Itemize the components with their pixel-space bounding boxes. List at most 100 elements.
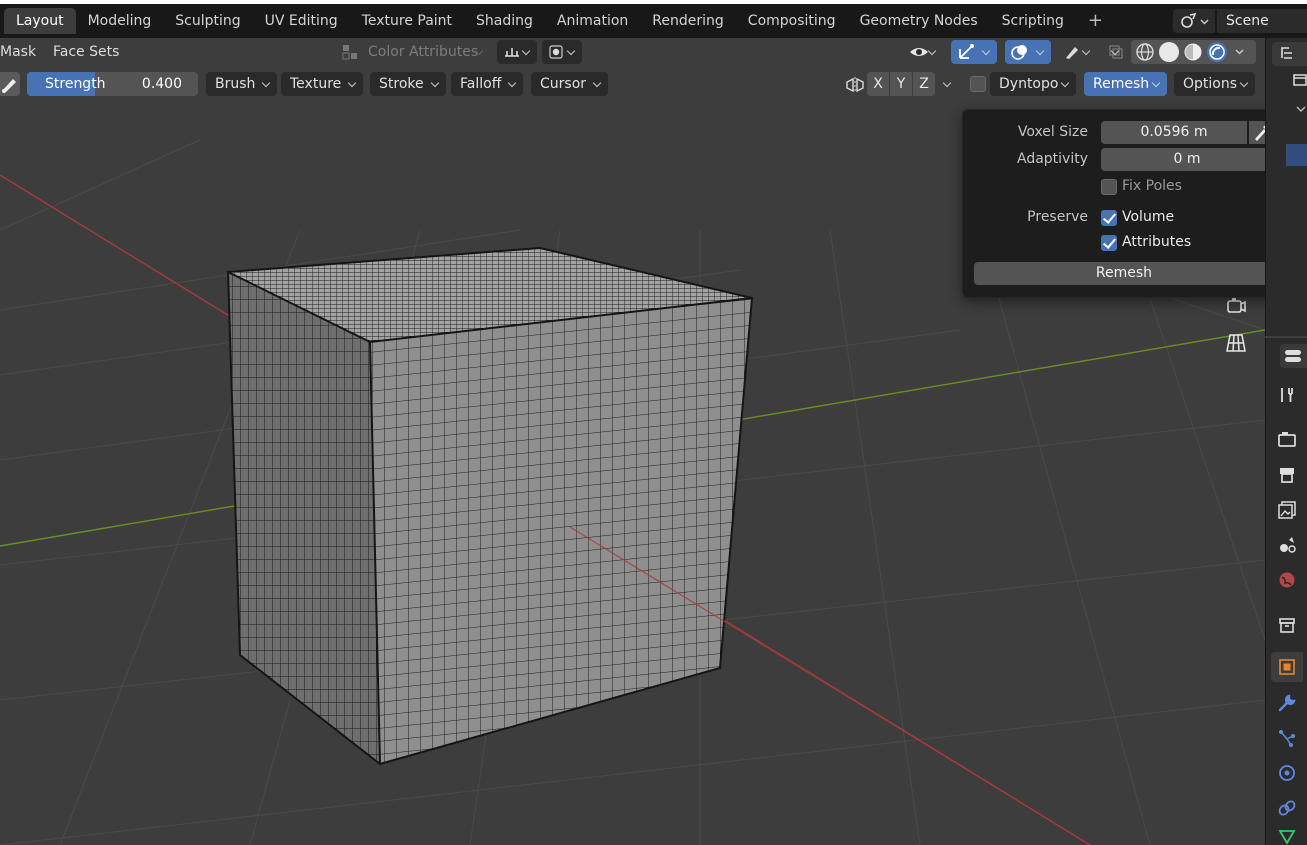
symmetry-y-toggle[interactable]: Y — [890, 72, 912, 96]
adaptivity-label: Adaptivity — [1016, 151, 1088, 167]
properties-tab-object[interactable] — [1271, 652, 1303, 682]
stroke-menu[interactable]: Stroke — [370, 72, 446, 96]
strength-slider[interactable]: Strength 0.400 — [27, 72, 198, 96]
world-icon — [1279, 572, 1295, 588]
chevron-down-icon[interactable] — [1235, 44, 1244, 60]
tab-rendering[interactable]: Rendering — [640, 8, 736, 34]
camera-view-icon[interactable] — [1224, 294, 1248, 322]
dyntopo-checkbox[interactable] — [970, 76, 986, 92]
gizmo-icon — [959, 44, 974, 59]
properties-tab-scene[interactable] — [1271, 530, 1303, 560]
properties-editor-type-dropdown[interactable] — [1280, 344, 1307, 368]
solid-shading-icon[interactable] — [1159, 42, 1179, 62]
scene-props-icon — [1280, 537, 1296, 553]
constraints-icon — [1278, 800, 1296, 816]
texture-menu[interactable]: Texture — [281, 72, 364, 96]
visibility-icon — [910, 48, 928, 56]
properties-tab-modifier[interactable] — [1271, 688, 1303, 718]
symmetry-axes: X Y Z — [867, 72, 936, 96]
mask-menu[interactable]: Mask — [0, 39, 36, 65]
modifier-icon — [1278, 694, 1296, 712]
material-shading-icon[interactable] — [1183, 42, 1203, 62]
symmetry-icon[interactable] — [845, 76, 865, 98]
physics-icon — [1279, 765, 1295, 781]
brush-menu[interactable]: Brush — [206, 72, 278, 96]
properties-tab-constraints[interactable] — [1271, 793, 1303, 823]
cursor-menu[interactable]: Cursor — [531, 72, 609, 96]
brush-tool-icon[interactable] — [0, 72, 20, 96]
viewport-header-row1: Mask Face Sets Color Attributes — [0, 38, 1265, 68]
preserve-attributes-checkbox[interactable] — [1101, 235, 1117, 251]
fix-poles-label: Fix Poles — [1122, 178, 1182, 194]
transform-orientation-dropdown[interactable] — [497, 40, 537, 64]
outliner-selected-row[interactable] — [1286, 144, 1307, 166]
dyntopo-menu[interactable]: Dyntopo — [990, 72, 1076, 96]
properties-tab-data[interactable] — [1271, 828, 1303, 845]
transform-icon — [505, 48, 519, 57]
wireframe-shading-icon[interactable] — [1135, 42, 1155, 62]
tab-uv-editing[interactable]: UV Editing — [253, 8, 350, 34]
tab-scripting[interactable]: Scripting — [990, 8, 1076, 34]
remesh-button[interactable]: Remesh — [974, 262, 1274, 285]
falloff-menu[interactable]: Falloff — [451, 72, 524, 96]
overlay-icon — [1011, 45, 1027, 60]
scene-name-field[interactable]: Scene — [1217, 9, 1307, 33]
tab-texture-paint[interactable]: Texture Paint — [350, 8, 464, 34]
tab-compositing[interactable]: Compositing — [736, 8, 848, 34]
preserve-label: Preserve — [1027, 209, 1088, 225]
workspace-tabs: Layout Modeling Sculpting UV Editing Tex… — [0, 4, 1104, 38]
pivot-point-dropdown[interactable] — [542, 40, 582, 64]
properties-tab-render[interactable] — [1271, 424, 1303, 454]
properties-tab-output[interactable] — [1271, 460, 1303, 490]
face-sets-menu[interactable]: Face Sets — [53, 39, 119, 65]
visibility-dropdown[interactable] — [903, 40, 943, 64]
mesh-edit-overlay-dropdown[interactable] — [1057, 40, 1097, 64]
ortho-grid-icon[interactable] — [1224, 331, 1248, 359]
data-icon — [1278, 830, 1296, 845]
outliner-display-mode-dropdown[interactable] — [1272, 42, 1307, 66]
add-workspace-button[interactable]: + — [1076, 8, 1104, 34]
preserve-volume-label: Volume — [1122, 209, 1175, 225]
gizmo-toggle[interactable] — [951, 40, 997, 64]
particles-icon — [1279, 730, 1295, 747]
voxel-size-field[interactable]: 0.0596 m — [1101, 121, 1247, 144]
fix-poles-checkbox[interactable] — [1101, 179, 1117, 195]
voxel-size-label: Voxel Size — [1017, 124, 1088, 140]
tool-icon — [1281, 388, 1293, 402]
tab-layout[interactable]: Layout — [4, 8, 76, 34]
adaptivity-field[interactable]: 0 m — [1101, 148, 1273, 171]
scene-browse-button[interactable] — [1173, 9, 1215, 33]
properties-tab-collection[interactable] — [1271, 610, 1303, 640]
color-attributes-menu[interactable]: Color Attributes — [336, 40, 490, 64]
preserve-volume-checkbox[interactable] — [1101, 210, 1117, 226]
properties-tab-view-layer[interactable] — [1271, 495, 1303, 525]
strength-value: 0.400 — [141, 76, 182, 92]
properties-tab-world[interactable] — [1271, 565, 1303, 595]
properties-tab-particles[interactable] — [1271, 723, 1303, 753]
properties-tab-physics[interactable] — [1271, 758, 1303, 788]
tab-sculpting[interactable]: Sculpting — [163, 8, 252, 34]
object-icon — [1279, 659, 1295, 675]
chevron-down-icon[interactable] — [1296, 102, 1306, 118]
outliner-strip[interactable] — [1265, 38, 1307, 336]
properties-strip — [1265, 338, 1307, 845]
view-layer-icon — [1278, 501, 1296, 519]
symmetry-x-toggle[interactable]: X — [867, 72, 889, 96]
tab-modeling[interactable]: Modeling — [76, 8, 164, 34]
remesh-menu[interactable]: Remesh — [1084, 72, 1167, 96]
filter-icon[interactable] — [1292, 72, 1307, 92]
strength-label: Strength — [45, 76, 106, 92]
symmetry-z-toggle[interactable]: Z — [913, 72, 935, 96]
tab-animation[interactable]: Animation — [545, 8, 640, 34]
symmetry-options-dropdown[interactable] — [934, 72, 958, 96]
rendered-shading-icon[interactable] — [1207, 42, 1227, 62]
shading-mode-group — [1131, 40, 1256, 64]
render-icon — [1278, 432, 1296, 447]
xray-toggle[interactable] — [1102, 40, 1126, 64]
color-attributes-icon — [341, 40, 359, 69]
overlay-toggle[interactable] — [1005, 40, 1051, 64]
options-menu[interactable]: Options — [1174, 72, 1255, 96]
properties-tab-tool[interactable] — [1271, 380, 1303, 410]
tab-shading[interactable]: Shading — [464, 8, 545, 34]
tab-geometry-nodes[interactable]: Geometry Nodes — [848, 8, 990, 34]
